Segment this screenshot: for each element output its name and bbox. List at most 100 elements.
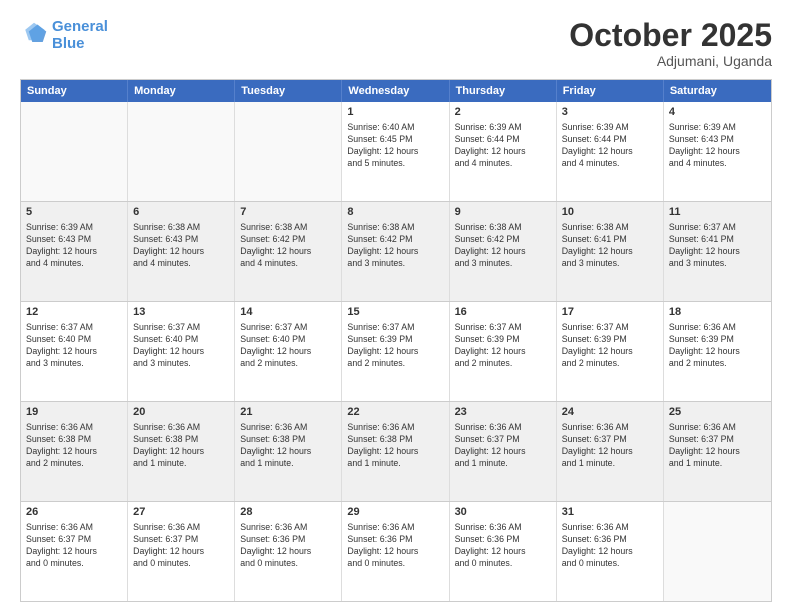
cell-info: and 3 minutes. [562, 258, 658, 270]
calendar-cell: 27Sunrise: 6:36 AMSunset: 6:37 PMDayligh… [128, 502, 235, 601]
cell-info: Sunset: 6:45 PM [347, 134, 443, 146]
day-number: 25 [669, 405, 766, 420]
cell-info: Daylight: 12 hours [347, 546, 443, 558]
calendar-cell: 21Sunrise: 6:36 AMSunset: 6:38 PMDayligh… [235, 402, 342, 501]
calendar-cell: 3Sunrise: 6:39 AMSunset: 6:44 PMDaylight… [557, 102, 664, 201]
day-number: 28 [240, 505, 336, 520]
cell-info: Sunrise: 6:38 AM [455, 222, 551, 234]
cell-info: Daylight: 12 hours [669, 146, 766, 158]
cell-info: and 5 minutes. [347, 158, 443, 170]
calendar-cell: 22Sunrise: 6:36 AMSunset: 6:38 PMDayligh… [342, 402, 449, 501]
header-day-thursday: Thursday [450, 80, 557, 102]
cell-info: Sunset: 6:39 PM [562, 334, 658, 346]
calendar-cell: 18Sunrise: 6:36 AMSunset: 6:39 PMDayligh… [664, 302, 771, 401]
cell-info: Daylight: 12 hours [26, 346, 122, 358]
calendar-body: 1Sunrise: 6:40 AMSunset: 6:45 PMDaylight… [21, 102, 771, 601]
cell-info: Daylight: 12 hours [26, 446, 122, 458]
cell-info: and 2 minutes. [669, 358, 766, 370]
day-number: 2 [455, 105, 551, 120]
cell-info: Sunset: 6:43 PM [669, 134, 766, 146]
calendar-row-5: 26Sunrise: 6:36 AMSunset: 6:37 PMDayligh… [21, 501, 771, 601]
cell-info: Daylight: 12 hours [455, 546, 551, 558]
cell-info: and 4 minutes. [133, 258, 229, 270]
cell-info: Sunrise: 6:39 AM [455, 122, 551, 134]
day-number: 8 [347, 205, 443, 220]
cell-info: Sunset: 6:37 PM [669, 434, 766, 446]
cell-info: Sunrise: 6:37 AM [562, 322, 658, 334]
cell-info: Sunset: 6:38 PM [26, 434, 122, 446]
cell-info: and 0 minutes. [133, 558, 229, 570]
calendar-cell: 17Sunrise: 6:37 AMSunset: 6:39 PMDayligh… [557, 302, 664, 401]
cell-info: Sunset: 6:40 PM [240, 334, 336, 346]
cell-info: Sunrise: 6:36 AM [347, 522, 443, 534]
calendar-cell: 29Sunrise: 6:36 AMSunset: 6:36 PMDayligh… [342, 502, 449, 601]
cell-info: Sunset: 6:37 PM [26, 534, 122, 546]
cell-info: and 1 minute. [347, 458, 443, 470]
cell-info: and 2 minutes. [562, 358, 658, 370]
cell-info: Sunset: 6:44 PM [562, 134, 658, 146]
cell-info: Daylight: 12 hours [26, 546, 122, 558]
cell-info: and 2 minutes. [455, 358, 551, 370]
day-number: 29 [347, 505, 443, 520]
cell-info: Sunrise: 6:38 AM [562, 222, 658, 234]
day-number: 18 [669, 305, 766, 320]
header-day-monday: Monday [128, 80, 235, 102]
cell-info: and 4 minutes. [669, 158, 766, 170]
cell-info: Sunrise: 6:36 AM [455, 422, 551, 434]
calendar-cell: 13Sunrise: 6:37 AMSunset: 6:40 PMDayligh… [128, 302, 235, 401]
day-number: 23 [455, 405, 551, 420]
cell-info: Sunset: 6:39 PM [347, 334, 443, 346]
header-day-sunday: Sunday [21, 80, 128, 102]
cell-info: and 4 minutes. [26, 258, 122, 270]
cell-info: and 1 minute. [133, 458, 229, 470]
cell-info: Sunset: 6:41 PM [669, 234, 766, 246]
calendar-cell: 10Sunrise: 6:38 AMSunset: 6:41 PMDayligh… [557, 202, 664, 301]
day-number: 30 [455, 505, 551, 520]
cell-info: Sunrise: 6:36 AM [669, 422, 766, 434]
day-number: 4 [669, 105, 766, 120]
cell-info: Daylight: 12 hours [347, 146, 443, 158]
cell-info: Sunset: 6:39 PM [669, 334, 766, 346]
cell-info: Sunset: 6:36 PM [455, 534, 551, 546]
cell-info: Sunset: 6:36 PM [240, 534, 336, 546]
cell-info: Sunset: 6:40 PM [133, 334, 229, 346]
cell-info: Sunrise: 6:36 AM [347, 422, 443, 434]
calendar-cell: 1Sunrise: 6:40 AMSunset: 6:45 PMDaylight… [342, 102, 449, 201]
day-number: 13 [133, 305, 229, 320]
calendar-cell: 16Sunrise: 6:37 AMSunset: 6:39 PMDayligh… [450, 302, 557, 401]
calendar-cell: 25Sunrise: 6:36 AMSunset: 6:37 PMDayligh… [664, 402, 771, 501]
cell-info: Daylight: 12 hours [133, 346, 229, 358]
cell-info: and 1 minute. [562, 458, 658, 470]
cell-info: Sunset: 6:40 PM [26, 334, 122, 346]
calendar-cell: 30 Sunrise: 6:36 AMSunset: 6:36 PMDayligh… [450, 502, 557, 601]
cell-info: Daylight: 12 hours [133, 546, 229, 558]
cell-info: Sunrise: 6:36 AM [133, 522, 229, 534]
day-number: 22 [347, 405, 443, 420]
cell-info: Sunset: 6:42 PM [240, 234, 336, 246]
day-number: 9 [455, 205, 551, 220]
cell-info: Daylight: 12 hours [669, 346, 766, 358]
cell-info: Sunset: 6:42 PM [347, 234, 443, 246]
cell-info: Sunrise: 6:37 AM [669, 222, 766, 234]
day-number: 21 [240, 405, 336, 420]
cell-info: and 1 minute. [669, 458, 766, 470]
calendar-cell: 4Sunrise: 6:39 AMSunset: 6:43 PMDaylight… [664, 102, 771, 201]
logo: General Blue [20, 18, 108, 53]
day-number: 5 [26, 205, 122, 220]
cell-info: and 2 minutes. [240, 358, 336, 370]
cell-info: Sunrise: 6:36 AM [240, 522, 336, 534]
cell-info: and 3 minutes. [347, 258, 443, 270]
calendar-cell: 9Sunrise: 6:38 AMSunset: 6:42 PMDaylight… [450, 202, 557, 301]
cell-info: Sunset: 6:43 PM [133, 234, 229, 246]
calendar-cell [664, 502, 771, 601]
cell-info: and 0 minutes. [562, 558, 658, 570]
location: Adjumani, Uganda [569, 53, 772, 69]
header-day-wednesday: Wednesday [342, 80, 449, 102]
cell-info: Sunset: 6:38 PM [347, 434, 443, 446]
logo-text: General Blue [52, 18, 108, 53]
day-number: 20 [133, 405, 229, 420]
cell-info: Sunrise: 6:36 AM [455, 522, 551, 534]
logo-general: General [52, 18, 108, 35]
cell-info: and 0 minutes. [240, 558, 336, 570]
calendar-cell: 23Sunrise: 6:36 AMSunset: 6:37 PMDayligh… [450, 402, 557, 501]
